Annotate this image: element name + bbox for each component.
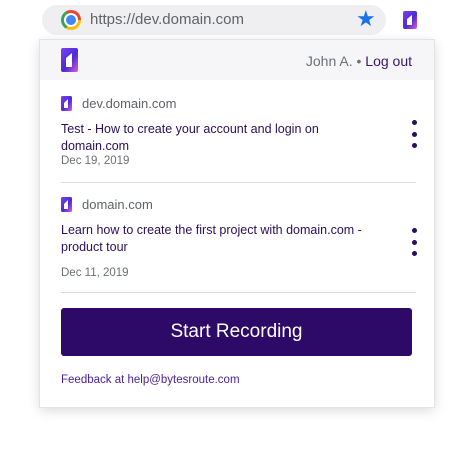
star-icon[interactable]: ★	[356, 7, 376, 31]
recording-item[interactable]: dev.domain.com Test - How to create your…	[61, 94, 416, 167]
more-options-icon[interactable]	[409, 228, 419, 256]
separator: •	[356, 53, 362, 69]
user-name: John A.	[305, 53, 353, 69]
recording-date: Dec 19, 2019	[61, 155, 130, 167]
app-logo-icon	[61, 196, 72, 212]
recording-title[interactable]: Learn how to create the first project wi…	[61, 222, 381, 256]
divider	[61, 182, 416, 183]
app-logo-icon[interactable]	[403, 11, 417, 29]
popup-header: John A. • Log out	[40, 40, 434, 80]
recording-item[interactable]: domain.com Learn how to create the first…	[61, 195, 416, 279]
app-logo-icon	[61, 95, 72, 111]
address-bar[interactable]: https://dev.domain.com ★	[42, 5, 386, 35]
recording-domain: domain.com	[82, 196, 153, 212]
app-logo-icon	[61, 48, 78, 72]
url-text[interactable]: https://dev.domain.com	[90, 11, 244, 28]
user-area: John A. • Log out	[306, 53, 412, 69]
logout-link[interactable]: Log out	[365, 53, 412, 69]
recording-date: Dec 11, 2019	[61, 267, 129, 279]
feedback-link[interactable]: Feedback at help@bytesroute.com	[61, 374, 240, 386]
more-options-icon[interactable]	[409, 120, 419, 148]
extension-popup: John A. • Log out dev.domain.com Test - …	[40, 40, 434, 407]
divider	[61, 292, 416, 293]
chrome-icon	[61, 10, 81, 30]
recording-domain: dev.domain.com	[82, 95, 177, 111]
start-recording-button[interactable]: Start Recording	[61, 308, 412, 356]
recording-title[interactable]: Test - How to create your account and lo…	[61, 121, 381, 155]
